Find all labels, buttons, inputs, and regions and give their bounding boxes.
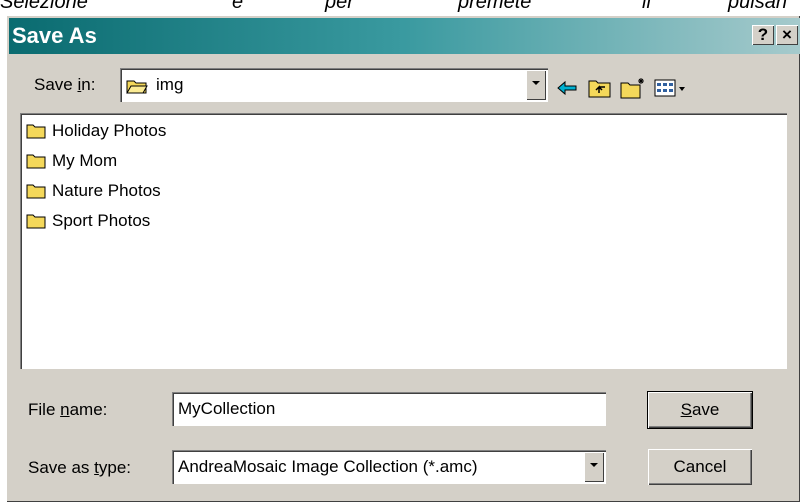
new-folder-icon[interactable] bbox=[620, 77, 646, 99]
save-button[interactable]: Save bbox=[647, 391, 753, 429]
folder-name: Sport Photos bbox=[52, 211, 151, 230]
folder-icon bbox=[26, 214, 46, 229]
back-arrow-icon[interactable] bbox=[556, 77, 578, 99]
bg-word: premete bbox=[458, 0, 532, 13]
title-bar[interactable]: Save As ? × bbox=[9, 18, 800, 54]
save-as-type-value: AndreaMosaic Image Collection (*.amc) bbox=[178, 457, 478, 476]
file-name-input[interactable]: MyCollection bbox=[172, 392, 606, 426]
bg-word: per bbox=[325, 0, 354, 13]
folder-icon bbox=[26, 184, 46, 199]
open-folder-icon bbox=[126, 80, 148, 94]
background-document-text: Selezione e per premete il pulsan bbox=[0, 0, 800, 15]
cancel-button[interactable]: Cancel bbox=[648, 449, 752, 485]
folder-name: My Mom bbox=[52, 151, 118, 170]
save-as-type-dropdown-arrow[interactable] bbox=[584, 452, 604, 482]
save-in-dropdown-arrow[interactable] bbox=[526, 70, 546, 100]
save-as-dialog: Save As ? × Save in: img Holiday Photos … bbox=[6, 15, 800, 502]
save-as-type-dropdown[interactable]: AndreaMosaic Image Collection (*.amc) bbox=[172, 450, 606, 484]
dialog-title: Save As bbox=[12, 23, 97, 48]
folder-icon bbox=[26, 124, 46, 139]
save-in-value: img bbox=[156, 75, 184, 94]
folder-name: Nature Photos bbox=[52, 181, 161, 200]
save-as-type-label: Save as type: bbox=[28, 458, 132, 477]
bg-word: pulsan bbox=[728, 0, 787, 13]
file-name-value: MyCollection bbox=[178, 399, 276, 418]
up-folder-icon[interactable] bbox=[588, 77, 612, 99]
help-button[interactable]: ? bbox=[752, 25, 774, 45]
folder-icon bbox=[26, 154, 46, 169]
folder-name: Holiday Photos bbox=[52, 121, 167, 140]
file-list[interactable]: Holiday Photos My Mom Nature Photos Spor… bbox=[20, 113, 787, 369]
save-in-label: Save in: bbox=[34, 75, 96, 94]
file-name-label: File name: bbox=[28, 400, 108, 419]
save-in-dropdown[interactable]: img bbox=[120, 68, 548, 102]
bg-word: il bbox=[642, 0, 651, 13]
bg-word: e bbox=[232, 0, 244, 13]
views-menu-icon[interactable] bbox=[654, 77, 688, 99]
bg-word: Selezione bbox=[0, 0, 88, 13]
close-button[interactable]: × bbox=[776, 25, 798, 45]
